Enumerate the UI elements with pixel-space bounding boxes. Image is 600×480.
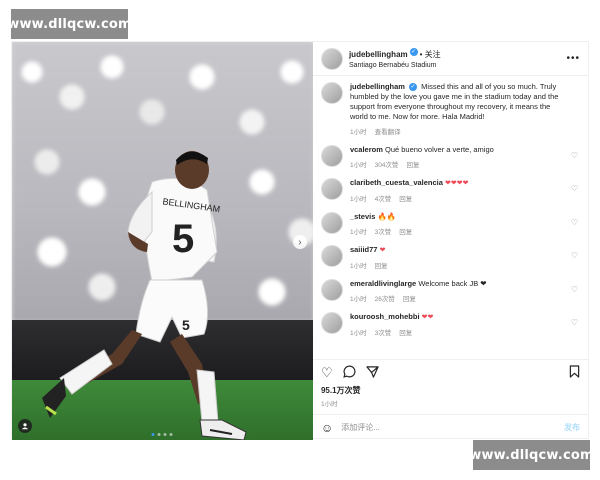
comment-text: ❤❤❤❤ bbox=[445, 180, 469, 187]
comment-username[interactable]: _stevis bbox=[350, 212, 375, 221]
bookmark-icon[interactable] bbox=[569, 364, 580, 381]
reply-button[interactable]: 回复 bbox=[399, 330, 412, 337]
comment-icon[interactable] bbox=[342, 365, 356, 381]
comment-item: vcalerom Qué bueno volver a verte, amigo… bbox=[320, 145, 580, 169]
add-comment-bar: ☺ 发布 bbox=[312, 414, 588, 440]
post-location[interactable]: Santiago Bernabéu Stadium bbox=[349, 60, 567, 71]
comment-avatar[interactable] bbox=[320, 145, 343, 167]
comment-time: 1小时 bbox=[349, 330, 367, 337]
follow-button[interactable]: 关注 bbox=[425, 50, 441, 59]
comment-username[interactable]: saiiid77 bbox=[350, 245, 378, 254]
comment-item: claribeth_cuesta_valencia ❤❤❤❤ 1小时 4次赞 回复 … bbox=[320, 178, 580, 203]
comment-like-icon[interactable]: ♡ bbox=[571, 318, 578, 327]
caption-time: 1小时 bbox=[349, 129, 367, 136]
next-slide-button[interactable]: › bbox=[292, 235, 307, 249]
comment-text: 🔥🔥 bbox=[377, 212, 397, 221]
post-header: judebellingham ✓ • 关注 Santiago Bernabéu St… bbox=[312, 42, 588, 76]
comment-avatar[interactable] bbox=[320, 279, 343, 301]
reply-button[interactable]: 回复 bbox=[399, 229, 412, 236]
comment-username[interactable]: emeraldlivinglarge bbox=[350, 279, 416, 288]
comment-text: Welcome back JB ❤ bbox=[418, 279, 487, 288]
post-photo[interactable]: 5 BELLINGHAM 5 › bbox=[12, 42, 313, 440]
comments-list: judebellingham ✓ Missed this and all of … bbox=[313, 76, 588, 359]
slide-indicator bbox=[151, 433, 173, 436]
tagged-user-icon[interactable] bbox=[18, 419, 32, 433]
comment-item: saiiid77 ❤ 1小时 回复 ♡ bbox=[320, 245, 580, 270]
comment-likes[interactable]: 26次赞 bbox=[375, 296, 395, 303]
author-avatar[interactable] bbox=[320, 47, 343, 70]
verified-icon: ✓ bbox=[409, 83, 418, 92]
like-count[interactable]: 95.1万次赞 bbox=[313, 385, 588, 396]
comment-text: ❤❤ bbox=[421, 314, 434, 321]
watermark-bottom: www.dllqcw.com bbox=[469, 440, 594, 470]
comment-username[interactable]: kouroosh_mohebbi bbox=[350, 312, 420, 321]
comment-time: 1小时 bbox=[349, 296, 367, 303]
comment-likes[interactable]: 3次赞 bbox=[375, 229, 392, 236]
comment-like-icon[interactable]: ♡ bbox=[571, 151, 578, 160]
reply-button[interactable]: 回复 bbox=[399, 196, 412, 203]
comment-avatar[interactable] bbox=[320, 178, 343, 200]
page: www.dllqcw.com 5 BELLINGHAM 5 › judebell… bbox=[0, 0, 600, 480]
comment-avatar[interactable] bbox=[320, 212, 343, 234]
comment-likes[interactable]: 4次赞 bbox=[375, 196, 392, 203]
reply-button[interactable]: 回复 bbox=[406, 162, 419, 169]
comment-time: 1小时 bbox=[349, 196, 367, 203]
emoji-icon[interactable]: ☺ bbox=[321, 421, 333, 435]
comment-like-icon[interactable]: ♡ bbox=[571, 184, 578, 193]
author-username[interactable]: judebellingham bbox=[349, 50, 408, 59]
comment-item: emeraldlivinglarge Welcome back JB ❤ 1小时… bbox=[320, 279, 580, 303]
jersey-number: 5 bbox=[172, 217, 194, 261]
svg-text:5: 5 bbox=[182, 317, 190, 333]
comment-time: 1小时 bbox=[349, 229, 367, 236]
comment-like-icon[interactable]: ♡ bbox=[571, 218, 578, 227]
caption: judebellingham ✓ Missed this and all of … bbox=[320, 82, 580, 136]
more-icon[interactable]: ••• bbox=[566, 53, 580, 64]
comment-likes[interactable]: 304次赞 bbox=[375, 162, 399, 169]
like-icon[interactable]: ♡ bbox=[321, 365, 333, 381]
comment-avatar[interactable] bbox=[320, 312, 343, 334]
watermark-top: www.dllqcw.com bbox=[7, 9, 132, 39]
post-date: 1小时 bbox=[320, 401, 338, 408]
comment-input[interactable] bbox=[341, 423, 564, 432]
comment-like-icon[interactable]: ♡ bbox=[571, 251, 578, 260]
post-actions: ♡ bbox=[312, 359, 588, 385]
comment-likes[interactable]: 3次赞 bbox=[375, 330, 392, 337]
post-comment-button[interactable]: 发布 bbox=[564, 422, 580, 433]
instagram-post: 5 BELLINGHAM 5 › judebellingham ✓ • 关注 S… bbox=[11, 41, 589, 440]
post-side-panel: judebellingham ✓ • 关注 Santiago Bernabéu St… bbox=[312, 42, 588, 440]
comment-like-icon[interactable]: ♡ bbox=[571, 285, 578, 294]
comment-item: kouroosh_mohebbi ❤❤ 1小时 3次赞 回复 ♡ bbox=[320, 312, 580, 337]
caption-username[interactable]: judebellingham bbox=[350, 82, 405, 91]
comment-text: ❤ bbox=[379, 247, 386, 254]
comment-username[interactable]: claribeth_cuesta_valencia bbox=[350, 178, 443, 187]
comment-avatar[interactable] bbox=[320, 245, 343, 267]
translate-link[interactable]: 查看翻译 bbox=[375, 129, 401, 136]
comment-time: 1小时 bbox=[349, 162, 367, 169]
comment-item: _stevis 🔥🔥 1小时 3次赞 回复 ♡ bbox=[320, 212, 580, 236]
reply-button[interactable]: 回复 bbox=[403, 296, 416, 303]
player-figure: 5 BELLINGHAM 5 bbox=[42, 151, 247, 440]
verified-icon: ✓ bbox=[409, 48, 418, 57]
caption-avatar[interactable] bbox=[320, 82, 343, 104]
comment-text: Qué bueno volver a verte, amigo bbox=[384, 145, 494, 154]
comment-time: 1小时 bbox=[349, 263, 367, 270]
reply-button[interactable]: 回复 bbox=[375, 263, 388, 270]
comment-username[interactable]: vcalerom bbox=[350, 145, 383, 154]
share-icon[interactable] bbox=[365, 365, 379, 381]
